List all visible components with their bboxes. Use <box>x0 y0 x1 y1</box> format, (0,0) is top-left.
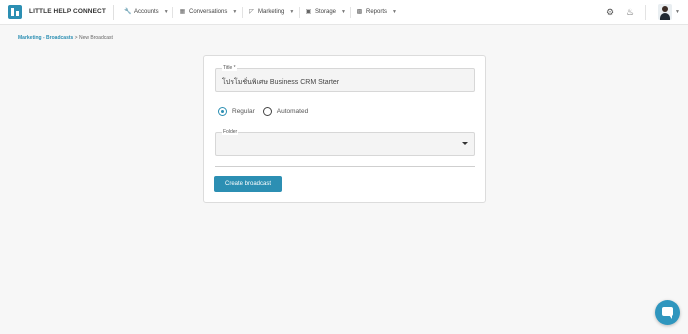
top-navigation-bar: LITTLE HELP CONNECT 🔧 Accounts ▼ ▦ Conve… <box>0 0 688 25</box>
form-divider <box>215 166 475 167</box>
wrench-icon: 🔧 <box>124 9 132 15</box>
avatar-head <box>662 6 668 12</box>
nav-accounts[interactable]: 🔧 Accounts ▼ <box>124 8 169 16</box>
chevron-down-icon: ▼ <box>163 8 169 15</box>
chevron-down-icon: ▼ <box>289 8 295 15</box>
nav-storage-label: Storage <box>315 8 337 15</box>
chevron-down-icon[interactable]: ▼ <box>675 9 680 15</box>
chat-bubble-tail <box>669 315 672 319</box>
nav-conversations-label: Conversations <box>189 8 228 15</box>
nav-conversations[interactable]: ▦ Conversations ▼ <box>179 8 238 16</box>
breadcrumb-current: New Broadcast <box>79 35 113 41</box>
storage-icon: ▣ <box>305 9 312 15</box>
breadcrumb-link-broadcasts[interactable]: Marketing - Broadcasts <box>18 35 73 41</box>
radio-regular-label[interactable]: Regular <box>232 108 255 115</box>
chart-icon: ▩ <box>356 9 363 15</box>
chat-widget-button[interactable] <box>655 300 680 325</box>
radio-regular[interactable] <box>218 107 227 116</box>
nav-separator <box>350 7 351 18</box>
breadcrumb: Marketing - Broadcasts > New Broadcast <box>18 35 113 41</box>
avatar[interactable] <box>658 4 672 20</box>
broadcast-type-group: Regular Automated <box>218 107 316 116</box>
nav-accounts-label: Accounts <box>134 8 159 15</box>
title-label: Title * <box>222 65 237 71</box>
nav-separator <box>299 7 300 18</box>
avatar-body <box>660 13 670 20</box>
nav-separator <box>172 7 173 18</box>
chevron-down-icon: ▼ <box>232 8 238 15</box>
title-input[interactable]: โปรโมชั่นพิเศษ Business CRM Starter <box>222 77 339 88</box>
megaphone-icon: ◸ <box>249 9 254 15</box>
nav-separator <box>242 7 243 18</box>
caret-down-icon[interactable] <box>462 142 468 145</box>
new-broadcast-form: Title * โปรโมชั่นพิเศษ Business CRM Star… <box>203 55 486 203</box>
nav-storage[interactable]: ▣ Storage ▼ <box>305 8 346 16</box>
radio-automated[interactable] <box>262 107 272 116</box>
folder-label: Folder <box>222 129 239 135</box>
nav-reports[interactable]: ▩ Reports ▼ <box>356 8 397 16</box>
gear-icon[interactable]: ⚙ <box>606 7 614 17</box>
nav-marketing-label: Marketing <box>258 8 285 15</box>
app-logo-icon[interactable] <box>8 5 22 19</box>
brand-name[interactable]: LITTLE HELP CONNECT <box>29 8 106 15</box>
create-broadcast-button[interactable]: Create broadcast <box>214 176 282 192</box>
bell-icon[interactable]: ♨ <box>626 7 634 17</box>
nav-divider <box>113 5 114 20</box>
nav-separator <box>645 5 646 20</box>
title-field[interactable]: Title * โปรโมชั่นพิเศษ Business CRM Star… <box>215 65 475 92</box>
nav-reports-label: Reports <box>366 8 388 15</box>
chat-icon: ▦ <box>179 9 186 15</box>
chevron-down-icon: ▼ <box>341 8 346 15</box>
chevron-down-icon: ▼ <box>392 8 397 15</box>
folder-select[interactable]: Folder <box>215 129 475 156</box>
nav-marketing[interactable]: ◸ Marketing ▼ <box>248 8 295 16</box>
radio-automated-label[interactable]: Automated <box>277 108 308 115</box>
